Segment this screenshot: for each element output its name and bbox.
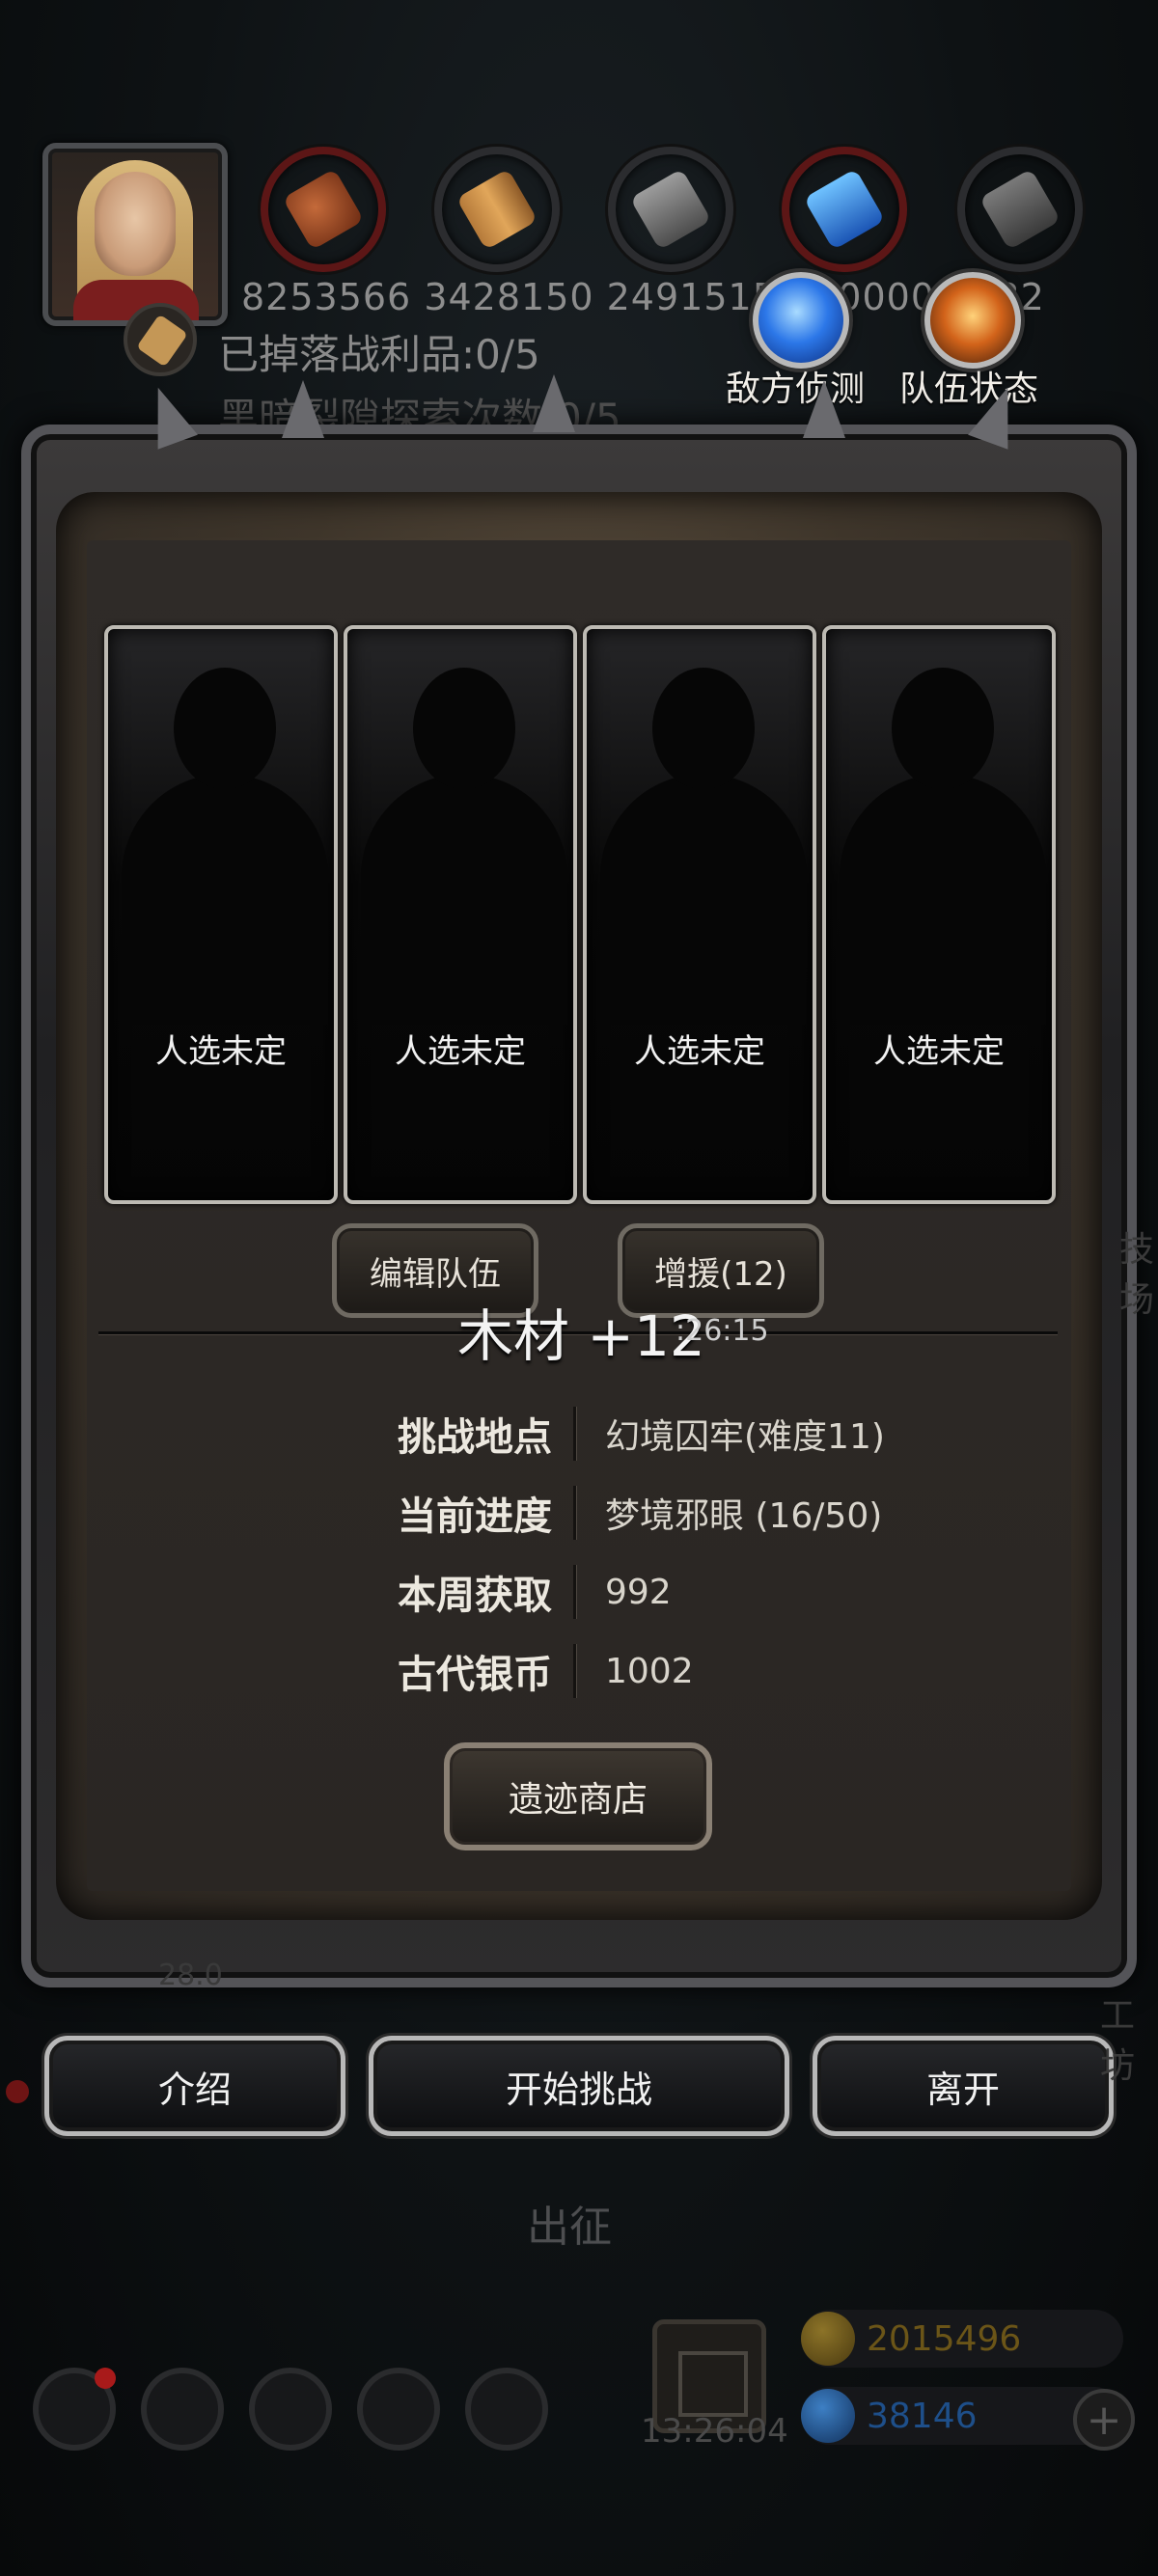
settings-icon[interactable] [33, 2368, 116, 2451]
team-slot-label: 人选未定 [873, 1032, 1005, 1071]
reward-popup: 木材 +12 [457, 1303, 705, 1369]
game-scene: 8253566 3428150 2491515 000000 1732 已掉落战… [0, 0, 1158, 2576]
loot-status: 已掉落战利品:0/5 [218, 331, 540, 378]
info-key: 挑战地点 [398, 1415, 552, 1460]
gold-display[interactable]: 2015496 [801, 2310, 1123, 2368]
meat-icon[interactable] [261, 147, 386, 272]
reward-timer: :26:15 [676, 1314, 769, 1348]
edge-text-right-bottom: 工坊 [1100, 1996, 1136, 2086]
mail-icon[interactable] [357, 2368, 440, 2451]
gold-amount: 2015496 [867, 2318, 1022, 2359]
edge-text-left: 28.0 [158, 1959, 223, 1992]
iron-icon[interactable] [608, 147, 733, 272]
info-value: 幻境囚牢(难度11) [605, 1417, 885, 1457]
star-icon[interactable] [141, 2368, 224, 2451]
relic-shop-button[interactable]: 遗迹商店 [444, 1742, 712, 1850]
info-row-weekly: 本周获取 992 [367, 1563, 672, 1621]
info-value: 1002 [605, 1651, 694, 1691]
info-row-location: 挑战地点 幻境囚牢(难度11) [367, 1405, 885, 1463]
info-row-progress: 当前进度 梦境邪眼 (16/50) [367, 1484, 882, 1542]
intro-button[interactable]: 介绍 [44, 2036, 345, 2136]
leave-button[interactable]: 离开 [813, 2036, 1114, 2136]
player-avatar[interactable] [42, 143, 228, 326]
info-key: 本周获取 [398, 1574, 552, 1618]
edge-text-right-top: 技场 [1119, 1230, 1155, 1320]
scroll-icon [124, 303, 197, 376]
crystal-icon[interactable] [782, 147, 907, 272]
march-label: 出征 [527, 2203, 612, 2252]
cube-icon[interactable] [465, 2368, 548, 2451]
gold-coin-icon [801, 2312, 855, 2366]
gem-amount: 38146 [867, 2396, 978, 2436]
info-row-silver: 古代银币 1002 [367, 1642, 694, 1700]
team-slot-4[interactable]: 人选未定 [822, 625, 1056, 1204]
avatar-face [95, 172, 176, 276]
info-key: 当前进度 [398, 1494, 552, 1539]
team-slot-label: 人选未定 [395, 1032, 526, 1071]
team-slot-2[interactable]: 人选未定 [344, 625, 577, 1204]
team-slot-3[interactable]: 人选未定 [583, 625, 816, 1204]
info-value: 992 [605, 1572, 672, 1612]
notification-dot [6, 2080, 29, 2103]
start-challenge-button[interactable]: 开始挑战 [369, 2036, 789, 2136]
enemy-scout-button[interactable] [753, 272, 849, 369]
info-value: 梦境邪眼 (16/50) [605, 1496, 883, 1536]
add-currency-button[interactable]: + [1073, 2389, 1135, 2451]
team-status-button[interactable] [924, 272, 1021, 369]
stone-icon[interactable] [957, 147, 1083, 272]
team-slot-label: 人选未定 [634, 1032, 765, 1071]
gift-timer: 13:26:04 [641, 2412, 788, 2451]
info-key: 古代银币 [398, 1653, 552, 1697]
team-slot-label: 人选未定 [155, 1032, 287, 1071]
wood-icon[interactable] [434, 147, 560, 272]
team-slot-1[interactable]: 人选未定 [104, 625, 338, 1204]
gem-icon [801, 2389, 855, 2443]
castle-icon[interactable] [249, 2368, 332, 2451]
